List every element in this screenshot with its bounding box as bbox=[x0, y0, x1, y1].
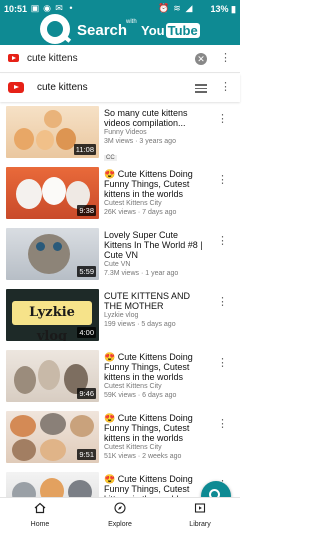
video-title[interactable]: 😍 Cute Kittens Doing Funny Things, Cutes… bbox=[104, 352, 204, 382]
nav-home[interactable]: Home bbox=[15, 501, 65, 528]
video-more-button[interactable]: ⋮ bbox=[217, 419, 228, 430]
library-icon bbox=[194, 503, 206, 513]
mail-icon: ✉ bbox=[55, 3, 63, 13]
video-item[interactable]: 9:51 😍 Cute Kittens Doing Funny Things, … bbox=[0, 409, 240, 467]
search-bar: cute kittens ✕ ⋮ bbox=[0, 45, 240, 73]
video-more-button[interactable]: ⋮ bbox=[217, 236, 228, 247]
app-brand: Search with You Tube bbox=[0, 14, 240, 45]
video-duration: 9:38 bbox=[77, 205, 96, 216]
video-item[interactable]: 11:08 So many cute kittens videos compil… bbox=[0, 104, 240, 162]
video-duration: 5:59 bbox=[77, 266, 96, 277]
home-icon bbox=[34, 502, 46, 514]
youtube-logo-icon bbox=[8, 82, 24, 93]
compass-icon bbox=[114, 502, 126, 514]
alarm-icon: ⏰ bbox=[158, 3, 170, 13]
video-stats: 51K views · 2 weeks ago bbox=[104, 453, 182, 460]
filter-icon[interactable] bbox=[195, 83, 207, 93]
status-time: 10:51 bbox=[4, 4, 28, 14]
video-more-button[interactable]: ⋮ bbox=[217, 114, 228, 125]
video-thumbnail[interactable]: 11:08 bbox=[6, 106, 99, 158]
video-more-button[interactable]: ⋮ bbox=[217, 175, 228, 186]
signal-icon: ◢ bbox=[185, 3, 193, 13]
video-thumbnail[interactable]: 9:38 bbox=[6, 167, 99, 219]
brand-youtube-label: You Tube bbox=[141, 23, 200, 38]
youtube-query[interactable]: cute kittens bbox=[37, 82, 88, 93]
youtube-source-icon bbox=[8, 54, 19, 62]
video-duration: 9:46 bbox=[77, 388, 96, 399]
video-channel: Cutest Kittens City bbox=[104, 444, 162, 451]
nav-explore[interactable]: Explore bbox=[95, 501, 145, 528]
video-stats: 3M views · 3 years ago bbox=[104, 138, 176, 145]
nav-home-label: Home bbox=[30, 521, 50, 528]
video-more-button[interactable]: ⋮ bbox=[217, 297, 228, 308]
video-item[interactable]: 9:46 😍 Cute Kittens Doing Funny Things, … bbox=[0, 348, 240, 406]
video-channel: Funny Videos bbox=[104, 129, 147, 136]
video-thumbnail[interactable]: Lyzkie vlog 4:00 bbox=[6, 289, 99, 341]
search-more-button[interactable]: ⋮ bbox=[220, 53, 231, 64]
search-logo-icon bbox=[40, 14, 72, 44]
video-thumbnail[interactable]: 5:59 bbox=[6, 228, 99, 280]
video-stats: 59K views · 6 days ago bbox=[104, 392, 177, 399]
more-notifications-icon: • bbox=[69, 3, 73, 13]
video-duration: 4:00 bbox=[77, 327, 96, 338]
video-title[interactable]: CUTE KITTENS AND THE MOTHER bbox=[104, 291, 204, 311]
video-channel: Cutest Kittens City bbox=[104, 200, 162, 207]
notification-icon: ▣ bbox=[30, 3, 40, 13]
video-duration: 11:08 bbox=[73, 144, 96, 155]
cc-badge: CC bbox=[104, 155, 117, 161]
video-title[interactable]: 😍 Cute Kittens Doing Funny Things, Cutes… bbox=[104, 413, 204, 443]
video-title[interactable]: 😍 Cute Kittens Doing Funny Things, Cutes… bbox=[104, 169, 204, 199]
brand-search-label: Search bbox=[77, 22, 128, 39]
video-stats: 199 views · 5 days ago bbox=[104, 321, 176, 328]
nav-library[interactable]: Library bbox=[175, 501, 225, 528]
youtube-header: cute kittens ⋮ bbox=[0, 74, 240, 102]
video-channel: Lyzkie vlog bbox=[104, 312, 139, 319]
video-thumbnail[interactable]: 9:51 bbox=[6, 411, 99, 463]
wifi-icon: ≋ bbox=[173, 3, 181, 13]
video-thumbnail[interactable]: 9:46 bbox=[6, 350, 99, 402]
video-item[interactable]: 5:59 Lovely Super Cute Kittens In The Wo… bbox=[0, 226, 240, 284]
clear-search-button[interactable]: ✕ bbox=[195, 53, 207, 65]
search-input[interactable]: cute kittens bbox=[27, 53, 78, 64]
app-notification-icon: ◉ bbox=[43, 3, 51, 13]
video-more-button[interactable]: ⋮ bbox=[217, 358, 228, 369]
nav-explore-label: Explore bbox=[108, 521, 132, 528]
video-channel: Cute VN bbox=[104, 261, 131, 268]
video-stats: 7.3M views · 1 year ago bbox=[104, 270, 179, 277]
video-channel: Cutest Kittens City bbox=[104, 383, 162, 390]
video-title[interactable]: Lovely Super Cute Kittens In The World #… bbox=[104, 230, 204, 260]
video-title[interactable]: So many cute kittens videos compilation.… bbox=[104, 108, 204, 128]
app-header: 10:51 ▣ ◉ ✉ • ⏰ ≋ ◢ 13% ▮ Search with Yo… bbox=[0, 0, 240, 45]
nav-library-label: Library bbox=[189, 521, 211, 528]
thumbnail-text: Lyzkie vlog bbox=[12, 301, 92, 341]
bottom-nav: Home Explore Library bbox=[0, 497, 240, 533]
brand-with-label: with bbox=[126, 19, 137, 25]
video-duration: 9:51 bbox=[77, 449, 96, 460]
youtube-more-button[interactable]: ⋮ bbox=[220, 82, 231, 93]
video-item[interactable]: Lyzkie vlog 4:00 CUTE KITTENS AND THE MO… bbox=[0, 287, 240, 345]
video-stats: 26K views · 7 days ago bbox=[104, 209, 177, 216]
video-item[interactable]: 9:38 😍 Cute Kittens Doing Funny Things, … bbox=[0, 165, 240, 223]
